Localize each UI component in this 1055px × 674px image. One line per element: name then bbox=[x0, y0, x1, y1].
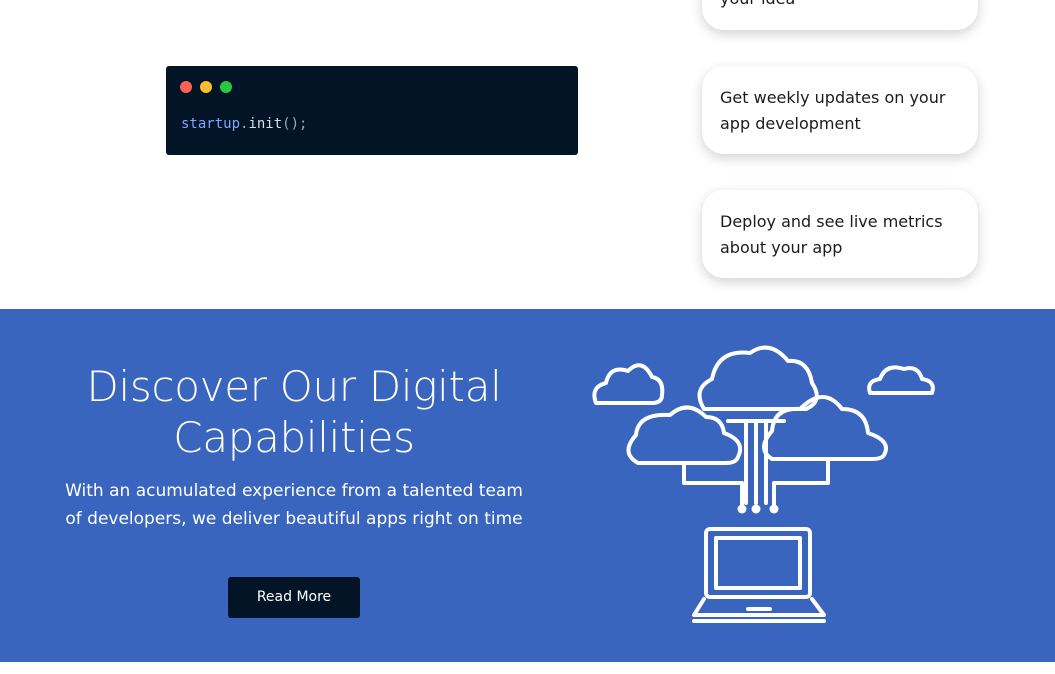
minimize-dot bbox=[200, 81, 212, 93]
window-controls bbox=[180, 81, 232, 93]
banner-description: With an acumulated experience from a tal… bbox=[65, 481, 523, 529]
capabilities-banner: Discover Our Digital Capabilities With a… bbox=[0, 309, 1055, 662]
maximize-dot bbox=[220, 81, 232, 93]
page: startup.init(); your idea Get weekly upd… bbox=[0, 0, 1055, 674]
feature-card-text: your idea bbox=[720, 0, 795, 12]
code-object: startup bbox=[181, 116, 241, 132]
code-parens: (); bbox=[282, 116, 308, 132]
code-line: startup.init(); bbox=[181, 116, 307, 132]
code-method: init bbox=[248, 116, 283, 132]
feature-card-idea: your idea bbox=[702, 0, 978, 30]
cloud-network-laptop-icon bbox=[592, 345, 935, 623]
code-window: startup.init(); bbox=[166, 66, 578, 155]
feature-card-live-metrics: Deploy and see live metrics about your a… bbox=[702, 190, 978, 278]
feature-card-text: Deploy and see live metrics about your a… bbox=[720, 212, 943, 257]
read-more-button[interactable]: Read More bbox=[228, 577, 360, 618]
feature-card-text: Get weekly updates on your app developme… bbox=[720, 88, 946, 133]
banner-title: Discover Our Digital Capabilities bbox=[86, 362, 502, 462]
features-section: startup.init(); your idea Get weekly upd… bbox=[0, 0, 1055, 309]
feature-card-weekly-updates: Get weekly updates on your app developme… bbox=[702, 66, 978, 154]
close-dot bbox=[180, 81, 192, 93]
